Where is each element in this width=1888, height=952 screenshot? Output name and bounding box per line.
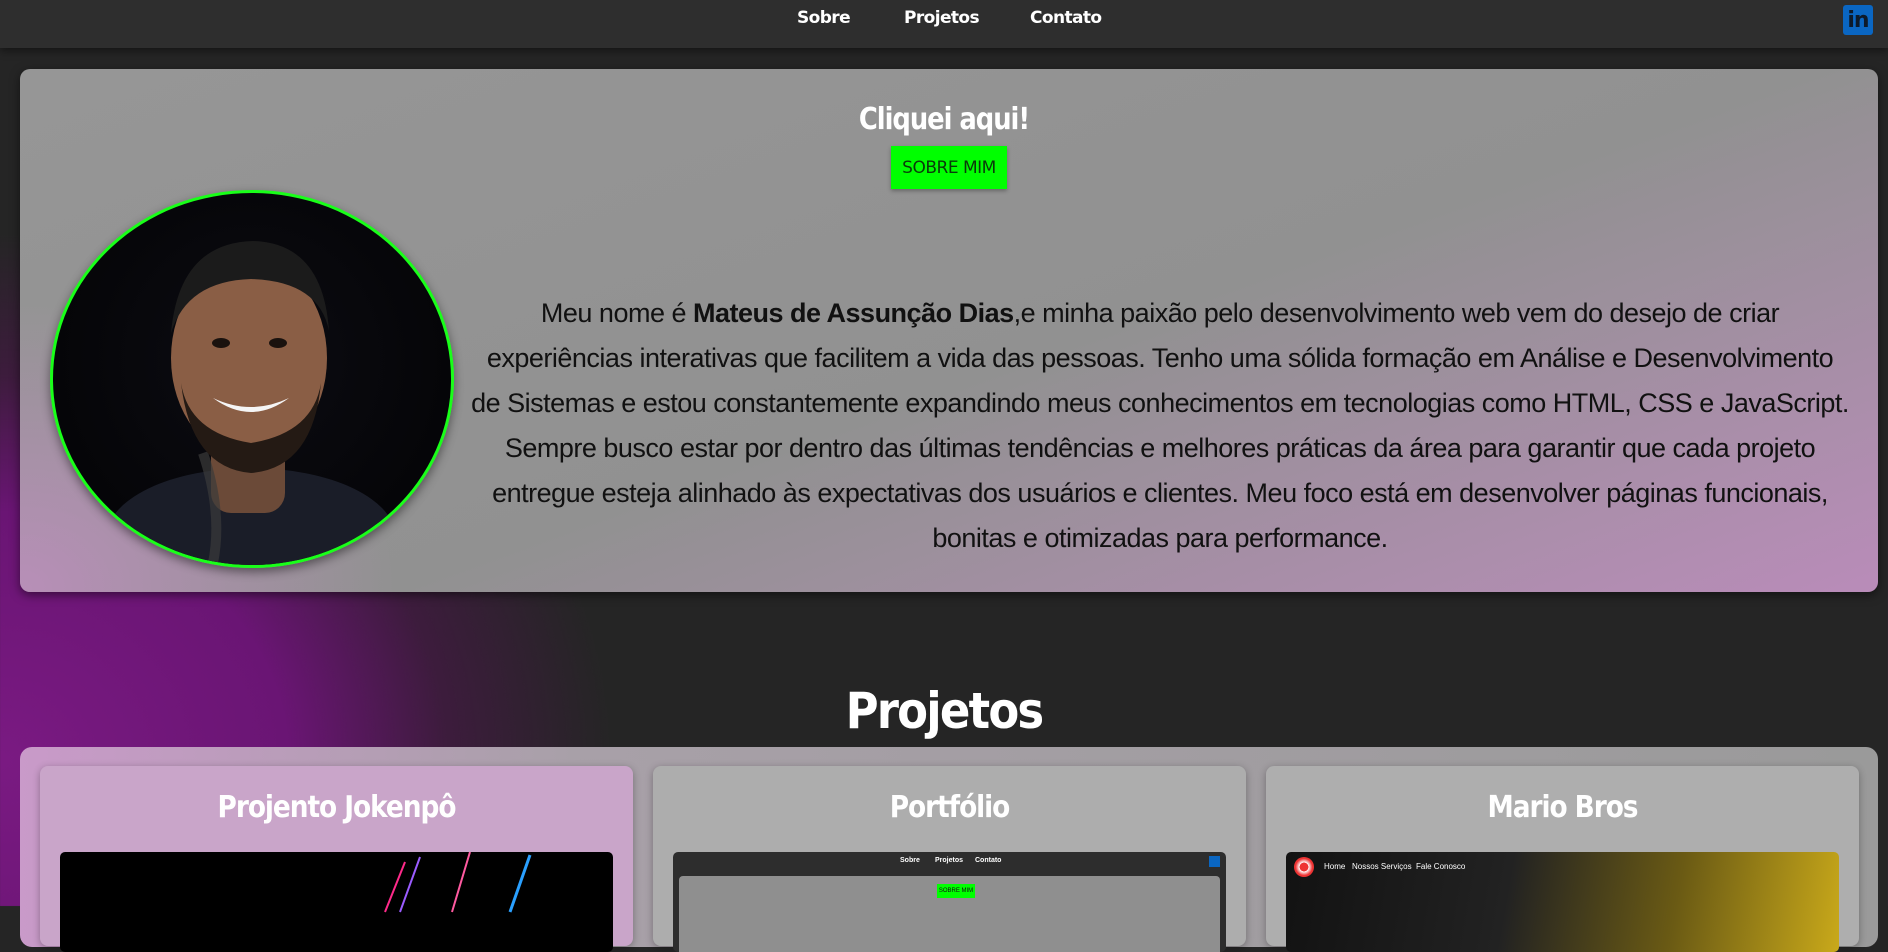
bio-name: Mateus de Assunção Dias <box>693 298 1014 328</box>
mario-icon <box>1294 857 1314 877</box>
thumb-nav-item: Projetos <box>935 857 964 864</box>
thumb-panel: SOBRE MIM <box>679 876 1220 952</box>
sobre-mim-button[interactable]: SOBRE MIM <box>891 146 1007 189</box>
thumb-nav-item: Home <box>1324 862 1346 871</box>
project-card-mario[interactable]: Mario Bros Home Nossos Serviços Fale Con… <box>1266 766 1859 952</box>
nav-link-contato[interactable]: Contato <box>1030 8 1102 28</box>
nav-link-projetos[interactable]: Projetos <box>904 8 980 28</box>
profile-photo <box>50 190 454 568</box>
thumb-nav-item: Nossos Serviços <box>1352 862 1412 871</box>
bio-rest: ,e minha paixão pelo desenvolvimento web… <box>471 298 1849 553</box>
project-card-title: Mario Bros <box>1487 790 1639 825</box>
thumb-button: SOBRE MIM <box>937 884 975 898</box>
linkedin-icon[interactable]: in <box>1843 5 1873 35</box>
project-thumbnail[interactable] <box>60 852 613 952</box>
nav-link-sobre[interactable]: Sobre <box>797 8 851 28</box>
linkedin-icon <box>1209 856 1220 867</box>
project-card-title: Portfólio <box>889 790 1011 825</box>
project-card-jokenpo[interactable]: Projento Jokenpô <box>40 766 633 952</box>
light-streaks-image <box>384 852 532 913</box>
cta-title: Cliquei aqui! <box>858 102 1030 137</box>
portrait-image <box>106 241 396 565</box>
thumb-nav-item: Sobre <box>900 857 920 864</box>
thumb-nav-item: Fale Conosco <box>1416 862 1466 871</box>
project-card-portfolio[interactable]: Portfólio Sobre Projetos Contato SOBRE M… <box>653 766 1246 952</box>
projects-heading: Projetos <box>845 681 1045 740</box>
project-thumbnail[interactable]: Sobre Projetos Contato SOBRE MIM <box>673 852 1226 952</box>
bio-prefix: Meu nome é <box>540 298 693 328</box>
top-navbar: Sobre Projetos Contato in <box>0 0 1888 48</box>
thumb-nav-item: Contato <box>975 857 1002 864</box>
bio-text: Meu nome é Mateus de Assunção Dias,e min… <box>470 291 1850 561</box>
project-card-title: Projento Jokenpô <box>217 790 457 825</box>
project-thumbnail[interactable]: Home Nossos Serviços Fale Conosco <box>1286 852 1839 952</box>
